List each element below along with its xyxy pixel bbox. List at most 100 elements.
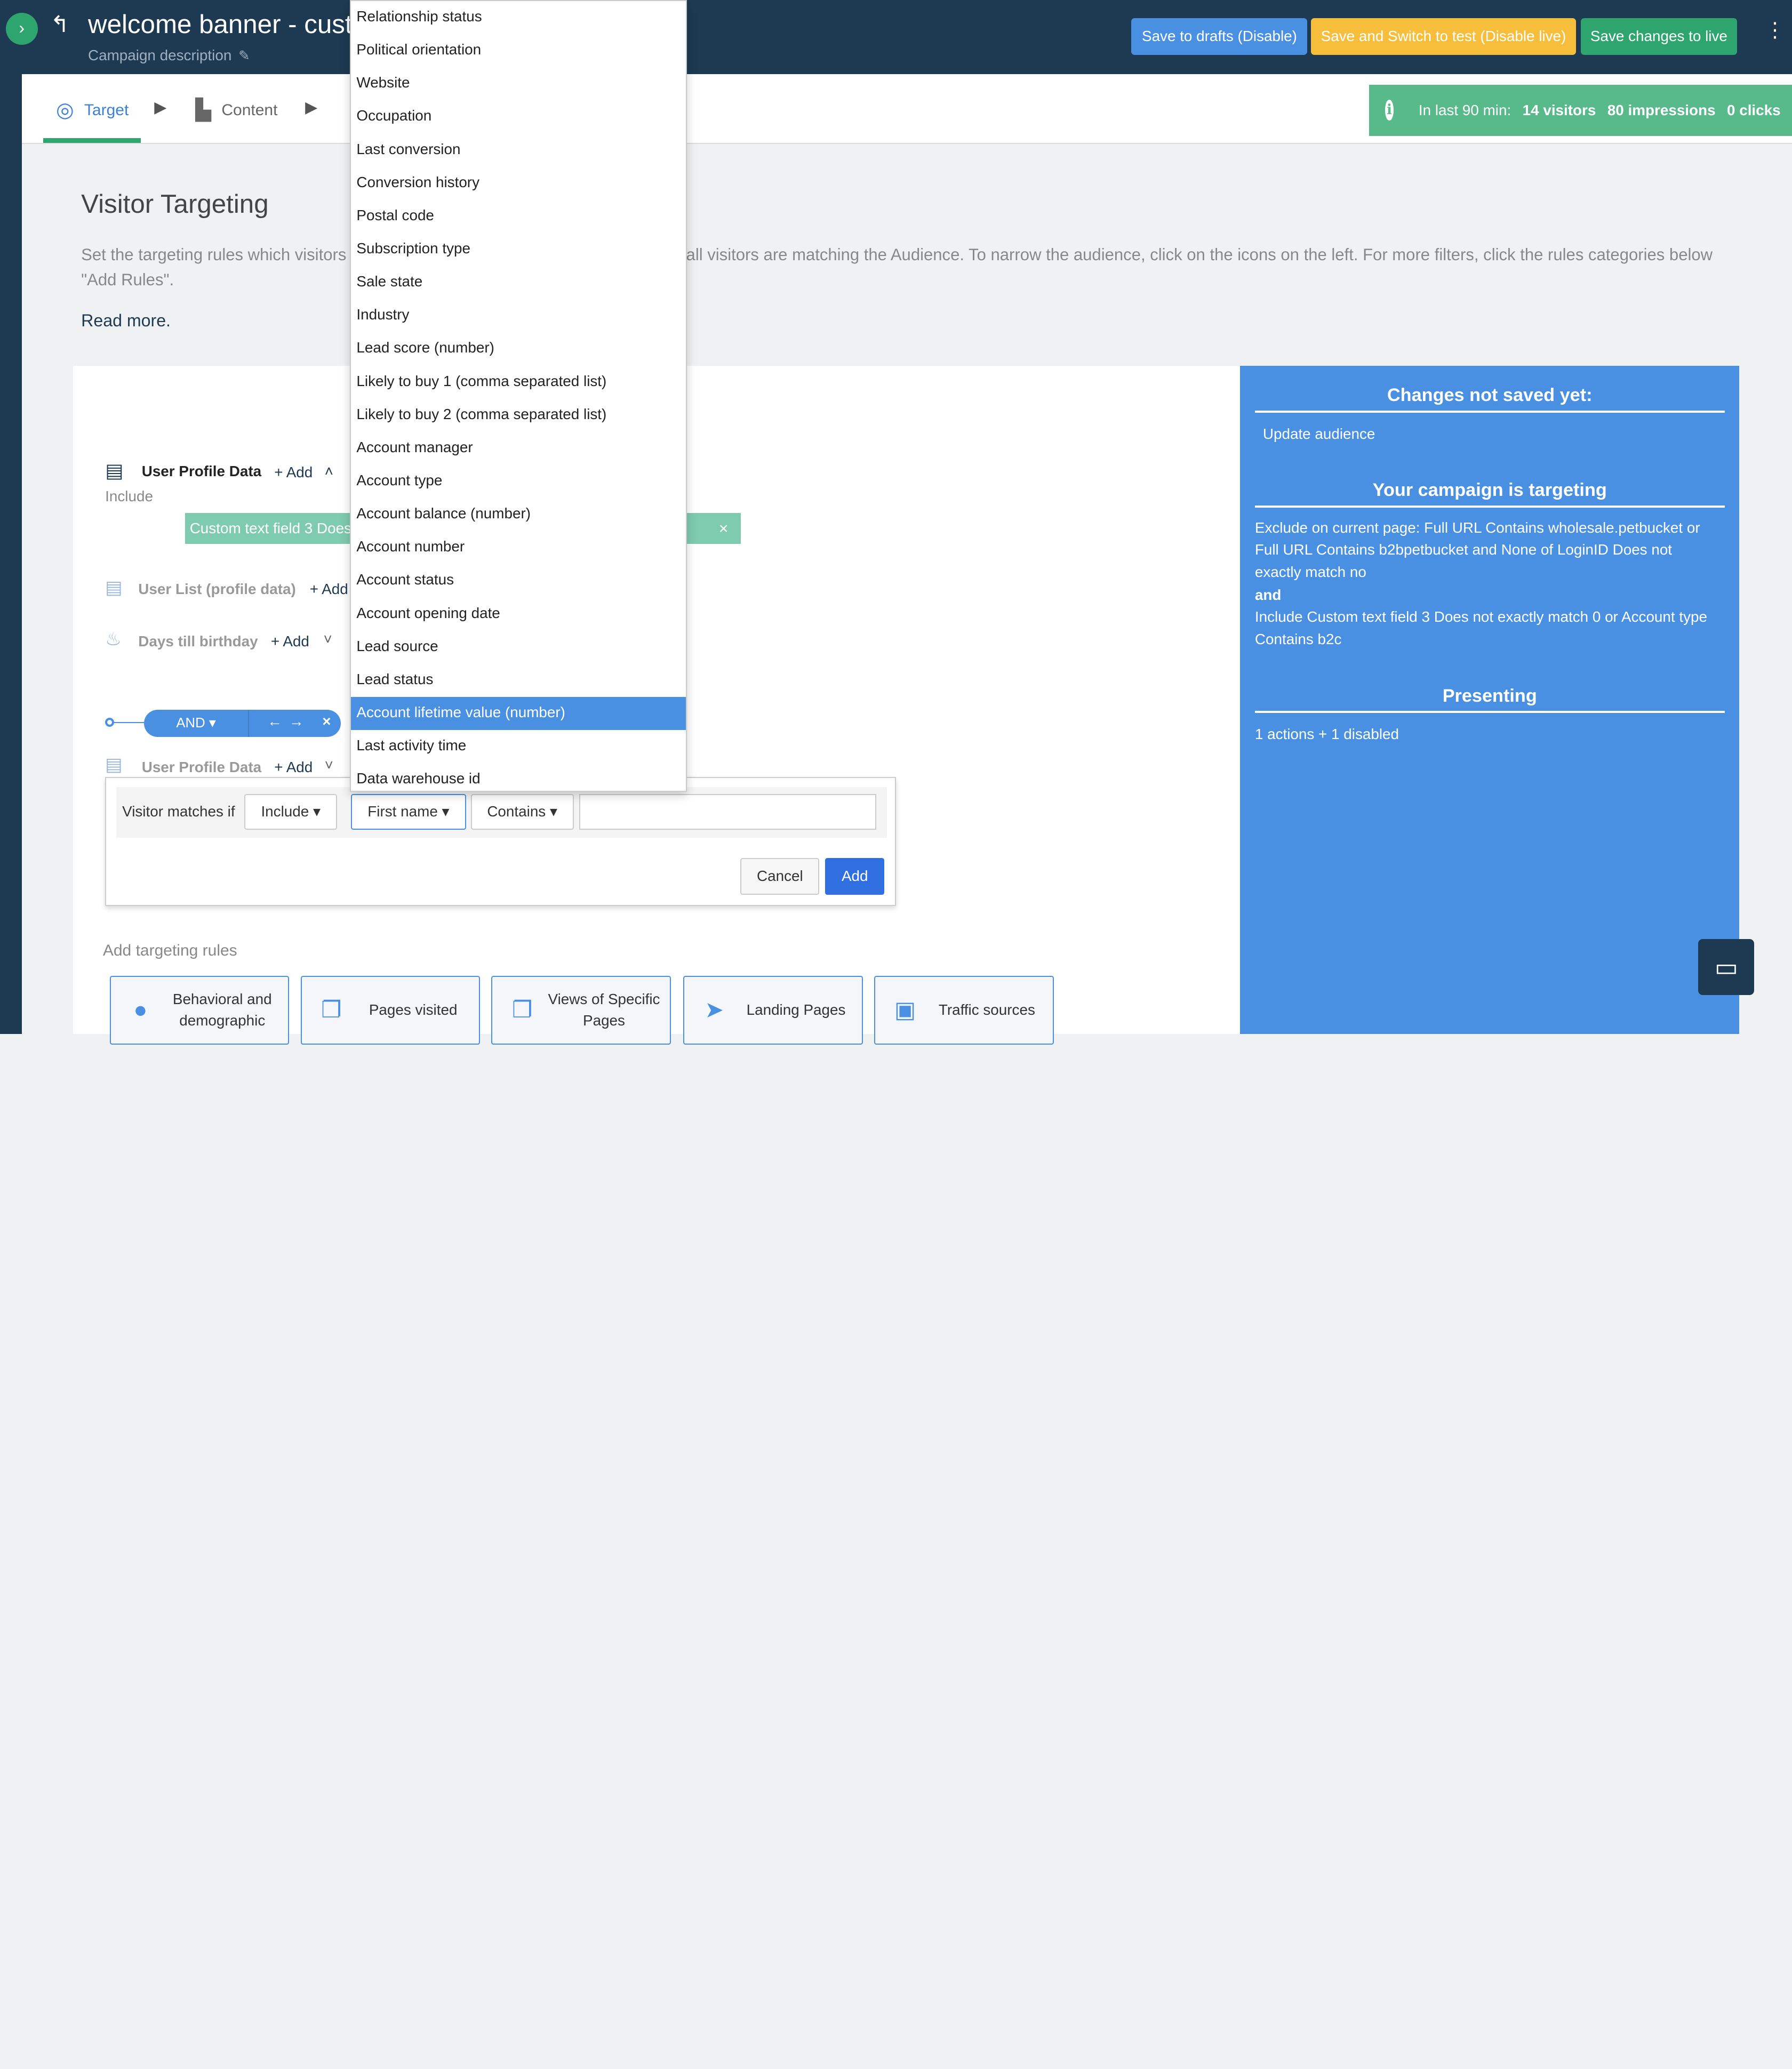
user-profile-data-add[interactable]: + Add bbox=[274, 464, 313, 481]
field-select-value: First name bbox=[367, 803, 438, 820]
arrow-right-icon[interactable]: → bbox=[289, 713, 304, 730]
save-changes-to-live-button[interactable]: Save changes to live bbox=[1580, 18, 1738, 55]
top-bar: › ↰ welcome banner - custom Campaign des… bbox=[0, 0, 1792, 75]
days-till-birthday-add[interactable]: + Add bbox=[271, 633, 309, 650]
value-input[interactable] bbox=[579, 794, 877, 830]
profile-card-icon: ▤ bbox=[105, 460, 124, 482]
cancel-button[interactable]: Cancel bbox=[740, 858, 820, 895]
dropdown-item[interactable]: Account type bbox=[351, 465, 686, 498]
remove-chip-icon[interactable]: × bbox=[719, 520, 729, 538]
expand-rail-icon[interactable]: › bbox=[5, 12, 38, 45]
person-icon: ● bbox=[133, 997, 148, 1023]
bus-icon: ▣ bbox=[894, 997, 916, 1023]
traffic-sources-card[interactable]: ▣ Traffic sources bbox=[874, 976, 1054, 1045]
targeting-exclude-text: Exclude on current page: Full URL Contai… bbox=[1254, 519, 1700, 581]
add-targeting-rules-title: Add targeting rules bbox=[102, 941, 237, 959]
chat-icon[interactable]: ▭ bbox=[1698, 939, 1755, 996]
field-select[interactable]: First name ▾ bbox=[350, 794, 467, 830]
presenting-heading: Presenting bbox=[1254, 686, 1725, 713]
pages-icon: ❐ bbox=[511, 997, 533, 1023]
close-icon[interactable]: × bbox=[322, 713, 331, 730]
card-label: Pages visited bbox=[369, 1001, 458, 1018]
arrow-left-icon[interactable]: ← bbox=[267, 713, 282, 730]
read-more-link[interactable]: Read more. bbox=[81, 311, 171, 331]
visitor-matches-label: Visitor matches if bbox=[122, 803, 235, 820]
days-till-birthday-label: Days till birthday bbox=[138, 633, 258, 650]
operator-select[interactable]: Contains ▾ bbox=[470, 794, 574, 830]
stats-prefix: In last 90 min: bbox=[1418, 101, 1511, 118]
dropdown-item[interactable]: Account balance (number) bbox=[351, 498, 686, 531]
dropdown-item[interactable]: Relationship status bbox=[351, 1, 686, 34]
user-profile-data-label-2: User Profile Data bbox=[141, 758, 262, 775]
targeting-and-text: and bbox=[1254, 587, 1282, 603]
dropdown-item[interactable]: Postal code bbox=[351, 200, 686, 233]
stats-visitors: 14 visitors bbox=[1522, 101, 1596, 118]
dropdown-item[interactable]: Lead status bbox=[351, 664, 686, 697]
views-of-specific-pages-card[interactable]: ❐ Views of Specific Pages bbox=[491, 976, 671, 1045]
target-icon: ◎ bbox=[55, 99, 74, 122]
dropdown-item[interactable]: Occupation bbox=[351, 100, 686, 133]
stats-impressions: 80 impressions bbox=[1607, 101, 1716, 118]
include-select[interactable]: Include ▾ bbox=[244, 794, 337, 830]
campaign-title[interactable]: welcome banner - custom bbox=[88, 9, 362, 39]
play-arrow-icon: ▶ bbox=[154, 99, 167, 117]
dropdown-item[interactable]: Account opening date bbox=[351, 598, 686, 631]
card-label: Traffic sources bbox=[938, 1001, 1035, 1018]
dropdown-item-highlighted[interactable]: Account lifetime value (number) bbox=[350, 696, 686, 731]
play-arrow-icon: ▶ bbox=[305, 99, 318, 117]
dropdown-item[interactable]: Conversion history bbox=[351, 167, 686, 200]
dropdown-item[interactable]: Industry bbox=[351, 299, 686, 332]
rule-editor-row: Visitor matches if Include ▾ First name … bbox=[116, 787, 887, 838]
dropdown-item[interactable]: Website bbox=[351, 67, 686, 100]
campaign-targeting-heading: Your campaign is targeting bbox=[1254, 480, 1725, 508]
chevron-down-icon[interactable]: ˅ bbox=[325, 757, 333, 774]
user-list-label: User List (profile data) bbox=[138, 580, 296, 597]
document-icon: ▙ bbox=[195, 99, 212, 122]
landing-pages-card[interactable]: ➤ Landing Pages bbox=[683, 976, 863, 1045]
user-list-add[interactable]: + Add bbox=[310, 581, 348, 598]
campaign-description[interactable]: Campaign description ✎ bbox=[88, 47, 250, 64]
dropdown-item[interactable]: Account status bbox=[351, 564, 686, 597]
chevron-down-icon[interactable]: ˅ bbox=[323, 631, 332, 648]
summary-side-panel: Changes not saved yet: Update audience Y… bbox=[1240, 365, 1740, 1034]
card-label: Behavioral and demographic bbox=[172, 990, 272, 1029]
tab-content[interactable]: ▙ Content bbox=[195, 98, 277, 122]
dropdown-item[interactable]: Likely to buy 2 (comma separated list) bbox=[351, 399, 686, 432]
save-and-switch-to-test-button[interactable]: Save and Switch to test (Disable live) bbox=[1310, 18, 1577, 55]
pages-visited-card[interactable]: ❐ Pages visited bbox=[300, 976, 480, 1045]
dropdown-item[interactable]: Lead score (number) bbox=[351, 332, 686, 365]
user-profile-data-add-2[interactable]: + Add bbox=[274, 759, 313, 776]
page-description: Set the targeting rules which visitors s… bbox=[81, 245, 1713, 290]
dropdown-item[interactable]: Last conversion bbox=[351, 134, 686, 167]
more-options-icon[interactable]: ⋮ bbox=[1765, 18, 1786, 42]
dropdown-item[interactable]: Lead source bbox=[351, 631, 686, 664]
tab-content-label: Content bbox=[221, 101, 278, 119]
pencil-icon[interactable]: ✎ bbox=[238, 49, 250, 63]
and-dropdown-button[interactable]: AND ▾ bbox=[144, 709, 250, 737]
changes-not-saved-heading: Changes not saved yet: bbox=[1254, 385, 1725, 413]
save-to-drafts-button[interactable]: Save to drafts (Disable) bbox=[1131, 18, 1308, 55]
add-button[interactable]: Add bbox=[825, 858, 885, 895]
dropdown-item[interactable]: Likely to buy 1 (comma separated list) bbox=[351, 366, 686, 399]
dropdown-item[interactable]: Sale state bbox=[351, 266, 686, 299]
birthday-cake-icon: ♨ bbox=[105, 629, 122, 649]
tab-target[interactable]: ◎ Target bbox=[56, 98, 129, 122]
list-icon: ▤ bbox=[105, 578, 123, 598]
connector-dot bbox=[105, 717, 115, 727]
behavioral-demographic-card[interactable]: ● Behavioral and demographic bbox=[109, 976, 290, 1045]
dropdown-item[interactable]: Account manager bbox=[351, 432, 686, 465]
page-title: Visitor Targeting bbox=[81, 189, 269, 219]
card-label: Views of Specific Pages bbox=[548, 990, 660, 1029]
collapse-chevron-icon[interactable]: ˄ bbox=[325, 463, 333, 480]
card-label: Landing Pages bbox=[746, 1001, 846, 1018]
operator-select-value: Contains bbox=[487, 803, 546, 820]
update-audience-text: Update audience bbox=[1262, 425, 1375, 442]
paper-plane-icon: ➤ bbox=[705, 997, 724, 1023]
back-arrow-icon[interactable]: ↰ bbox=[50, 11, 69, 38]
dropdown-item[interactable]: Data warehouse id bbox=[351, 763, 686, 791]
stats-banner: i In last 90 min: 14 visitors 80 impress… bbox=[1369, 84, 1792, 136]
dropdown-item[interactable]: Subscription type bbox=[351, 233, 686, 266]
dropdown-item[interactable]: Last activity time bbox=[351, 730, 686, 763]
dropdown-item[interactable]: Account number bbox=[351, 531, 686, 564]
dropdown-item[interactable]: Political orientation bbox=[351, 34, 686, 67]
